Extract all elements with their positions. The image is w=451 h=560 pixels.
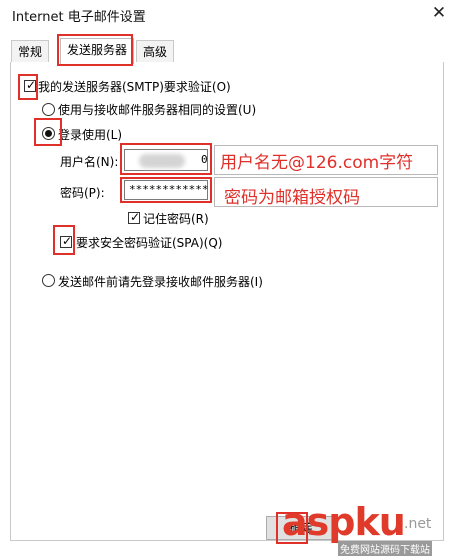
tab-general[interactable]: 常规: [11, 40, 50, 63]
check-icon: ✓: [130, 210, 141, 224]
password-highlight-box: [120, 177, 212, 203]
smtp-highlight-box: [18, 74, 38, 100]
username-highlight-box: [120, 143, 212, 175]
aspku-domain-suffix: .net: [404, 516, 432, 532]
smtp-auth-label: 我的发送服务器(SMTP)要求验证(O): [38, 80, 231, 94]
username-annotation: 用户名无@126.com字符: [220, 153, 414, 173]
login-highlight-box: [34, 118, 62, 146]
password-annotation: 密码为邮箱授权码: [224, 188, 360, 208]
close-icon[interactable]: ✕: [430, 2, 448, 24]
tab-advanced[interactable]: 高级: [136, 40, 175, 63]
login-receive-first-label: 发送邮件前请先登录接收邮件服务器(I): [58, 275, 263, 289]
same-settings-radio[interactable]: [42, 103, 55, 116]
spa-highlight-box: [53, 225, 75, 255]
remember-password-checkbox[interactable]: ✓: [128, 210, 141, 224]
window-title: Internet 电子邮件设置: [12, 10, 146, 25]
tab-highlight-box: [57, 34, 133, 66]
spa-label: 要求安全密码验证(SPA)(Q): [76, 236, 223, 250]
watermark-subtitle: 免费网站源码下载站: [338, 541, 432, 556]
same-settings-label: 使用与接收邮件服务器相同的设置(U): [58, 103, 257, 117]
password-label: 密码(P):: [60, 186, 105, 200]
remember-password-label: 记住密码(R): [143, 212, 209, 226]
login-with-label: 登录使用(L): [58, 128, 123, 142]
username-label: 用户名(N):: [60, 155, 119, 169]
login-receive-first-radio[interactable]: [42, 274, 55, 287]
aspku-logo: aspku: [282, 500, 406, 544]
